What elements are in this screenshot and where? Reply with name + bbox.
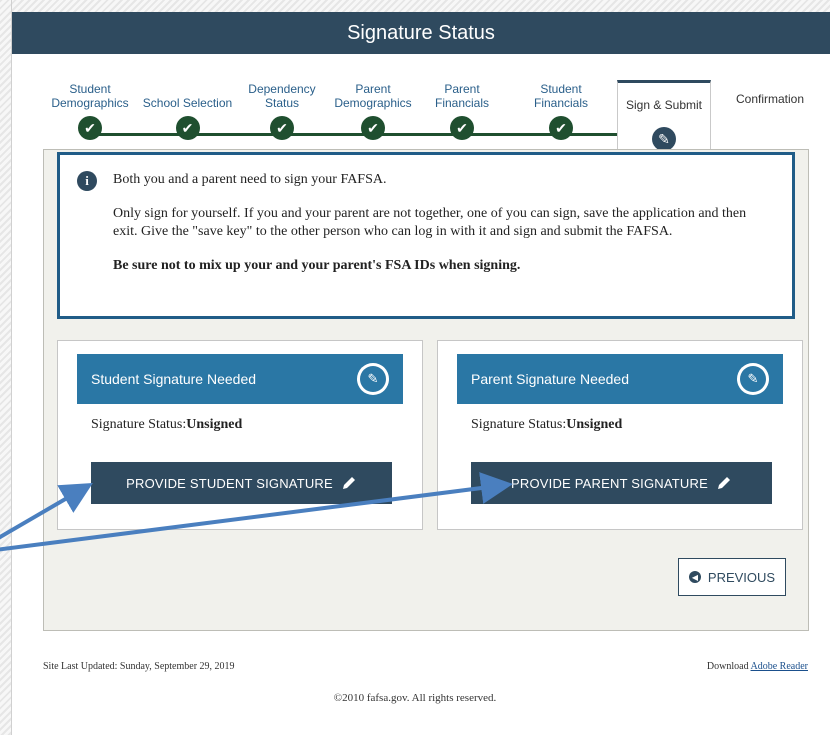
status-label: Signature Status:	[91, 417, 187, 432]
student-card-header: Student Signature Needed ✎	[77, 354, 403, 404]
page-title: Signature Status	[347, 21, 495, 44]
step-confirmation: Confirmation	[720, 78, 820, 122]
step-label: Parent Demographics	[334, 82, 412, 110]
student-card-title: Student Signature Needed	[91, 371, 257, 387]
signature-seal-icon: ✎	[737, 363, 769, 395]
info-line-2: Only sign for yourself. If you and your …	[113, 206, 747, 239]
step-dependency-status[interactable]: Dependency Status ✔	[240, 78, 324, 140]
info-box: i Both you and a parent need to sign you…	[57, 152, 795, 319]
previous-button[interactable]: ◀ PREVIOUS	[678, 558, 786, 596]
provide-student-signature-button[interactable]: PROVIDE STUDENT SIGNATURE	[91, 462, 392, 504]
info-line-1: Both you and a parent need to sign your …	[113, 172, 387, 187]
adobe-reader-link[interactable]: Adobe Reader	[751, 661, 808, 672]
top-background	[0, 0, 830, 12]
parent-card-header: Parent Signature Needed ✎	[457, 354, 783, 404]
signature-seal-icon: ✎	[357, 363, 389, 395]
info-icon: i	[77, 171, 97, 191]
previous-label: PREVIOUS	[707, 569, 776, 585]
parent-signature-card: Parent Signature Needed ✎ Signature Stat…	[437, 340, 803, 530]
copyright: ©2010 fafsa.gov. All rights reserved.	[333, 692, 497, 704]
check-icon: ✔	[450, 116, 474, 140]
check-icon: ✔	[78, 116, 102, 140]
step-label: Confirmation	[735, 92, 805, 106]
student-signature-card: Student Signature Needed ✎ Signature Sta…	[57, 340, 423, 530]
provide-parent-signature-button[interactable]: PROVIDE PARENT SIGNATURE	[471, 462, 772, 504]
student-signature-status: Signature Status:Unsigned	[91, 417, 242, 433]
info-line-3: Be sure not to mix up your and your pare…	[113, 258, 521, 273]
step-parent-financials[interactable]: Parent Financials ✔	[428, 78, 496, 140]
step-student-demographics[interactable]: Student Demographics ✔	[40, 78, 140, 140]
step-student-financials[interactable]: Student Financials ✔	[527, 78, 595, 140]
parent-signature-status: Signature Status:Unsigned	[471, 417, 622, 433]
check-icon: ✔	[549, 116, 573, 140]
pencil-icon	[342, 477, 355, 489]
download-prefix: Download	[706, 661, 751, 672]
site-last-updated: Site Last Updated: Sunday, September 29,…	[43, 661, 235, 672]
check-icon: ✔	[270, 116, 294, 140]
step-sign-submit[interactable]: Sign & Submit ✎	[617, 80, 711, 152]
page-header: Signature Status	[12, 12, 830, 54]
step-label: Dependency Status	[248, 82, 316, 110]
button-label: PROVIDE PARENT SIGNATURE	[511, 475, 708, 491]
progress-steps: Student Demographics ✔ School Selection …	[40, 78, 830, 152]
step-school-selection[interactable]: School Selection ✔	[140, 78, 235, 140]
button-label: PROVIDE STUDENT SIGNATURE	[126, 475, 333, 491]
check-icon: ✔	[175, 116, 200, 140]
step-label: Parent Financials	[434, 82, 490, 110]
status-value: Unsigned	[566, 417, 623, 432]
step-parent-demographics[interactable]: Parent Demographics ✔	[330, 78, 416, 140]
step-label: Sign & Submit	[625, 98, 703, 112]
pencil-icon: ✎	[652, 127, 676, 151]
pencil-icon	[717, 477, 730, 489]
main-panel: i Both you and a parent need to sign you…	[43, 149, 809, 631]
download-adobe: Download Adobe Reader	[707, 661, 808, 672]
step-label: Student Financials	[533, 82, 589, 110]
status-label: Signature Status:	[471, 417, 567, 432]
step-label: Student Demographics	[51, 82, 129, 110]
check-icon: ✔	[361, 116, 385, 140]
chevron-left-icon: ◀	[688, 571, 701, 583]
status-value: Unsigned	[186, 417, 243, 432]
left-background	[0, 0, 12, 735]
parent-card-title: Parent Signature Needed	[471, 371, 629, 387]
step-label: School Selection	[142, 96, 233, 110]
